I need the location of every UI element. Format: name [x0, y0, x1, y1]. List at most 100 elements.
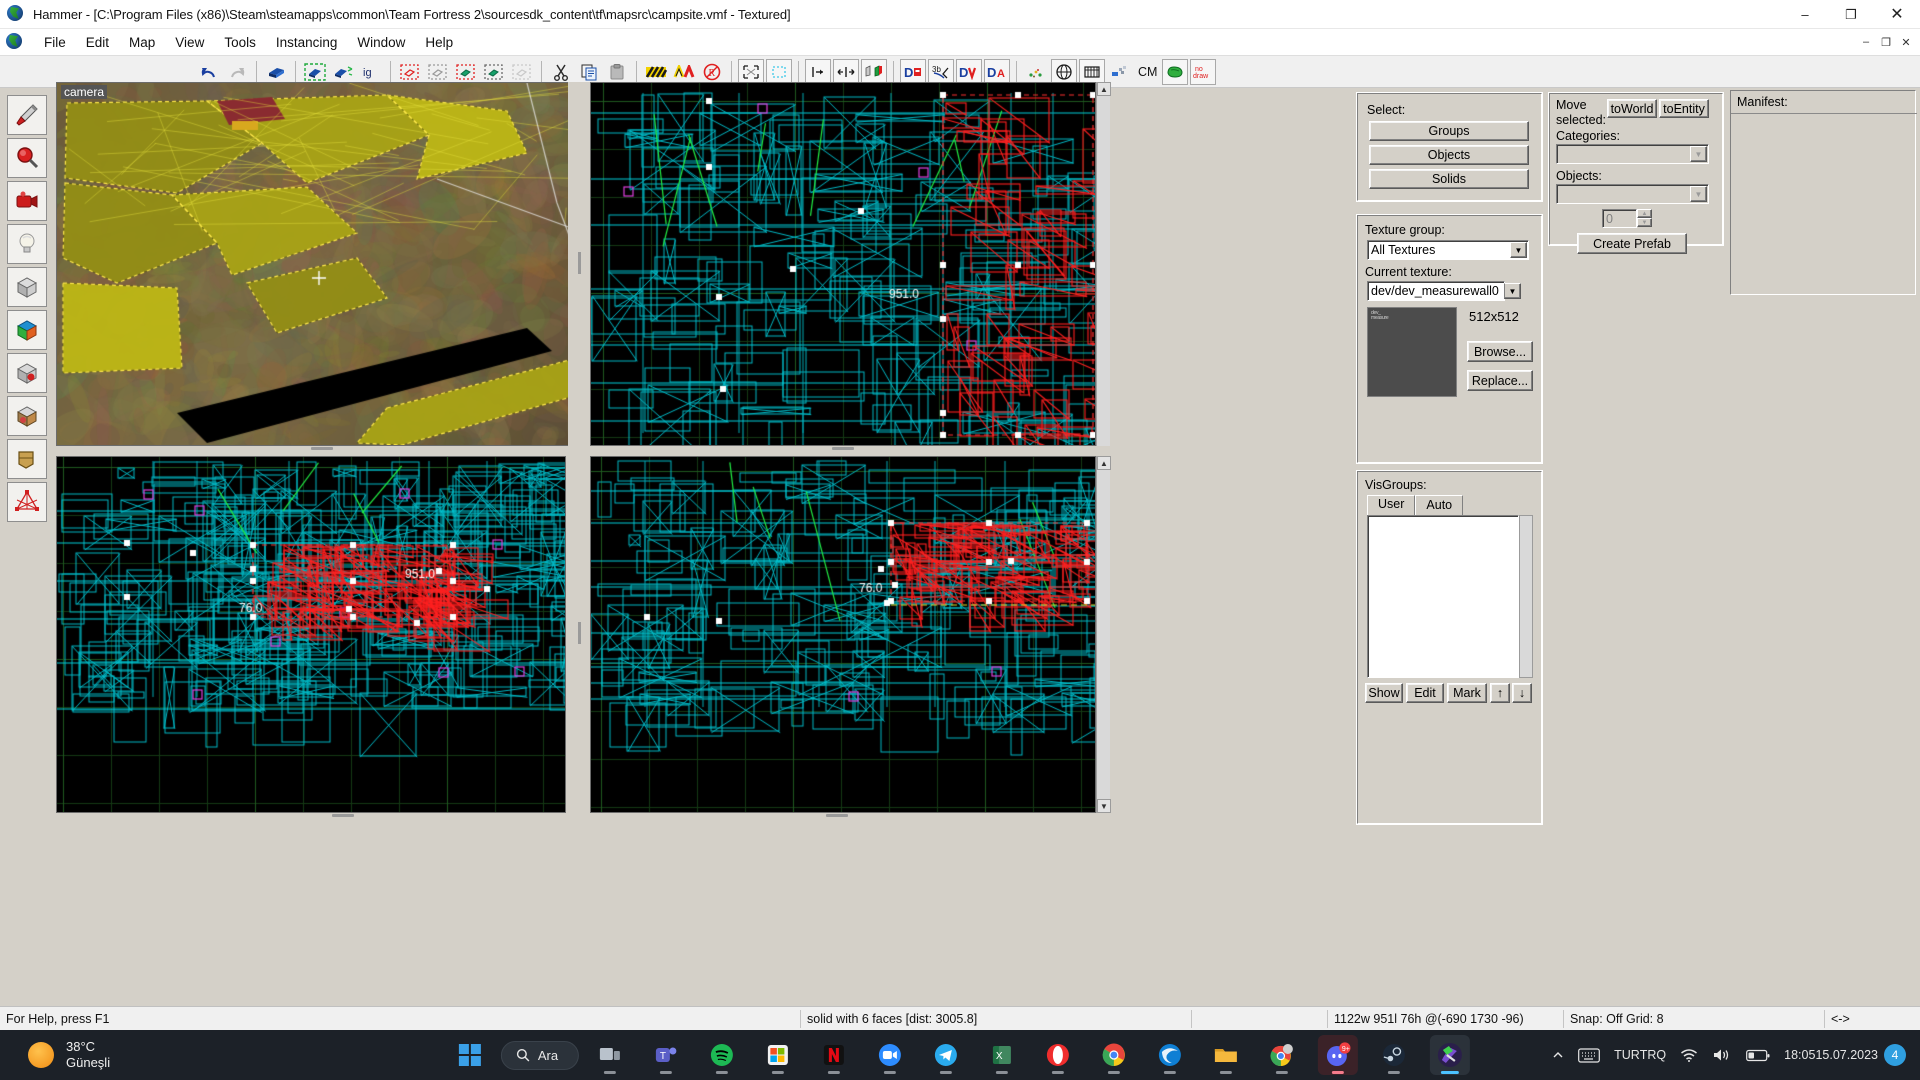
notification-badge[interactable]: 4: [1884, 1044, 1906, 1066]
spin-up-button[interactable]: ▲: [1637, 209, 1652, 218]
taskbar-app-telegram[interactable]: [926, 1035, 966, 1075]
clipping-tool[interactable]: [7, 439, 47, 479]
tray-chevron-up-icon[interactable]: [1552, 1049, 1564, 1061]
menu-map[interactable]: Map: [119, 32, 165, 53]
chevron-down-icon-3[interactable]: ▼: [1690, 146, 1707, 162]
volume-icon[interactable]: [1712, 1047, 1732, 1063]
keyboard-icon[interactable]: [1578, 1047, 1600, 1063]
vis-groups-icon[interactable]: D: [956, 58, 982, 85]
ungroup-icon[interactable]: [330, 59, 356, 85]
start-button[interactable]: [450, 1035, 490, 1075]
radius-culling-icon[interactable]: [1051, 58, 1077, 85]
visgroup-mark-button[interactable]: Mark: [1447, 683, 1487, 703]
taskbar-app-file-explorer[interactable]: [1206, 1035, 1246, 1075]
cm-label[interactable]: CM: [1134, 65, 1161, 79]
undo-icon[interactable]: [196, 59, 222, 85]
taskbar-app-microsoft-store[interactable]: [758, 1035, 798, 1075]
to-world-button[interactable]: toWorld: [1607, 99, 1657, 118]
mdi-close-button[interactable]: ✕: [1896, 32, 1916, 52]
vertex-tool[interactable]: [7, 482, 47, 522]
chevron-down-icon-2[interactable]: ▼: [1504, 283, 1521, 299]
menu-view[interactable]: View: [165, 32, 214, 53]
tab-user[interactable]: User: [1367, 495, 1416, 515]
cordon-icon[interactable]: [481, 59, 507, 85]
camera-tool[interactable]: [7, 181, 47, 221]
spin-down-button[interactable]: ▼: [1637, 218, 1652, 227]
no-entity-icon[interactable]: R: [699, 59, 725, 85]
viewport-side-scrollbar[interactable]: ▲ ▼: [1096, 456, 1111, 813]
taskbar-app-netflix[interactable]: [814, 1035, 854, 1075]
vertex-tool-icon[interactable]: [805, 58, 831, 85]
texture-replace-button[interactable]: Replace...: [1467, 370, 1533, 391]
entity-report-icon[interactable]: D: [900, 58, 926, 85]
weather-widget[interactable]: 38°C Güneşli: [28, 1039, 110, 1071]
taskbar-app-discord[interactable]: 9+: [1318, 1035, 1359, 1075]
show-hidden-icon[interactable]: [453, 59, 479, 85]
sprinkle-icon[interactable]: [1023, 59, 1049, 85]
hide-helpers-icon[interactable]: [509, 59, 535, 85]
taskbar-app-steam[interactable]: [1374, 1035, 1414, 1075]
texture-tool[interactable]: [7, 310, 47, 350]
visgroups-scrollbar[interactable]: [1519, 515, 1533, 678]
redo-icon[interactable]: [224, 59, 250, 85]
check-map-icon[interactable]: 3b: [928, 58, 954, 85]
taskbar-app-task-view[interactable]: [590, 1035, 630, 1075]
taskbar-app-edge[interactable]: [1150, 1035, 1190, 1075]
visgroup-move-up-button[interactable]: ↑: [1490, 683, 1510, 703]
taskbar-app-opera[interactable]: [1038, 1035, 1078, 1075]
menu-window[interactable]: Window: [347, 32, 415, 53]
taskbar-app-chrome-window[interactable]: [1262, 1035, 1302, 1075]
ignore-groups-icon[interactable]: ig: [358, 59, 384, 85]
viewport-front[interactable]: [590, 82, 1096, 446]
mdi-minimize-button[interactable]: –: [1856, 32, 1876, 52]
visgroup-show-button[interactable]: Show: [1365, 683, 1403, 703]
viewport-camera[interactable]: camera: [56, 82, 588, 446]
apply-overlays-tool[interactable]: [7, 396, 47, 436]
visgroup-edit-button[interactable]: Edit: [1406, 683, 1444, 703]
prefab-spin-input[interactable]: 0: [1602, 209, 1637, 228]
prefab-spinner[interactable]: ▲ ▼: [1637, 209, 1652, 227]
categories-select[interactable]: ▼: [1556, 144, 1709, 164]
chevron-down-icon[interactable]: ▼: [1510, 242, 1527, 258]
selection-tool[interactable]: [7, 95, 47, 135]
chevron-down-icon-4[interactable]: ▼: [1690, 186, 1707, 202]
scroll-up-arrow-2[interactable]: ▲: [1097, 456, 1111, 470]
hide-unselected-icon[interactable]: [425, 59, 451, 85]
menu-edit[interactable]: Edit: [76, 32, 119, 53]
3d-grid-icon[interactable]: [1079, 58, 1105, 85]
menu-tools[interactable]: Tools: [214, 32, 266, 53]
cordon-bounds-icon[interactable]: [766, 58, 792, 85]
viewport-front-scrollbar[interactable]: ▲: [1096, 82, 1111, 446]
tray-language[interactable]: TUR TRQ: [1614, 1048, 1666, 1063]
scroll-up-arrow[interactable]: ▲: [1097, 82, 1111, 96]
texture-lock-icon[interactable]: [643, 59, 669, 85]
visgroups-list[interactable]: [1367, 515, 1519, 678]
mdi-restore-button[interactable]: ❐: [1876, 32, 1896, 52]
close-button[interactable]: ✕: [1874, 0, 1920, 29]
texture-group-select[interactable]: All Textures ▼: [1367, 240, 1529, 260]
apply-decals-tool[interactable]: [7, 353, 47, 393]
carve-icon[interactable]: [263, 59, 289, 85]
displacement-icon[interactable]: [1107, 59, 1133, 85]
no-draw-icon[interactable]: no draw: [1190, 58, 1217, 85]
run-map-icon[interactable]: [1162, 58, 1189, 85]
scroll-down-arrow-2[interactable]: ▼: [1097, 799, 1111, 813]
clipping-tool-icon[interactable]: [833, 58, 859, 85]
hide-selected-icon[interactable]: [397, 59, 423, 85]
viewport-front-splitter[interactable]: [590, 446, 1096, 452]
minimize-button[interactable]: –: [1782, 0, 1828, 29]
entity-tool[interactable]: [7, 224, 47, 264]
texture-browse-button[interactable]: Browse...: [1467, 341, 1533, 362]
cut-icon[interactable]: [548, 59, 574, 85]
menu-file[interactable]: File: [34, 32, 76, 53]
menu-instancing[interactable]: Instancing: [266, 32, 348, 53]
tray-clock[interactable]: 18:05 15.07.2023: [1784, 1047, 1878, 1063]
autovis-icon[interactable]: DA: [984, 58, 1010, 85]
taskbar-app-spotify[interactable]: [702, 1035, 742, 1075]
copy-icon[interactable]: [576, 59, 602, 85]
taskbar-app-chrome[interactable]: [1094, 1035, 1134, 1075]
maximize-button[interactable]: ❐: [1828, 0, 1874, 29]
tab-auto[interactable]: Auto: [1415, 495, 1464, 515]
viewport-side-splitter[interactable]: [590, 813, 1096, 819]
to-entity-button[interactable]: toEntity: [1659, 99, 1709, 118]
